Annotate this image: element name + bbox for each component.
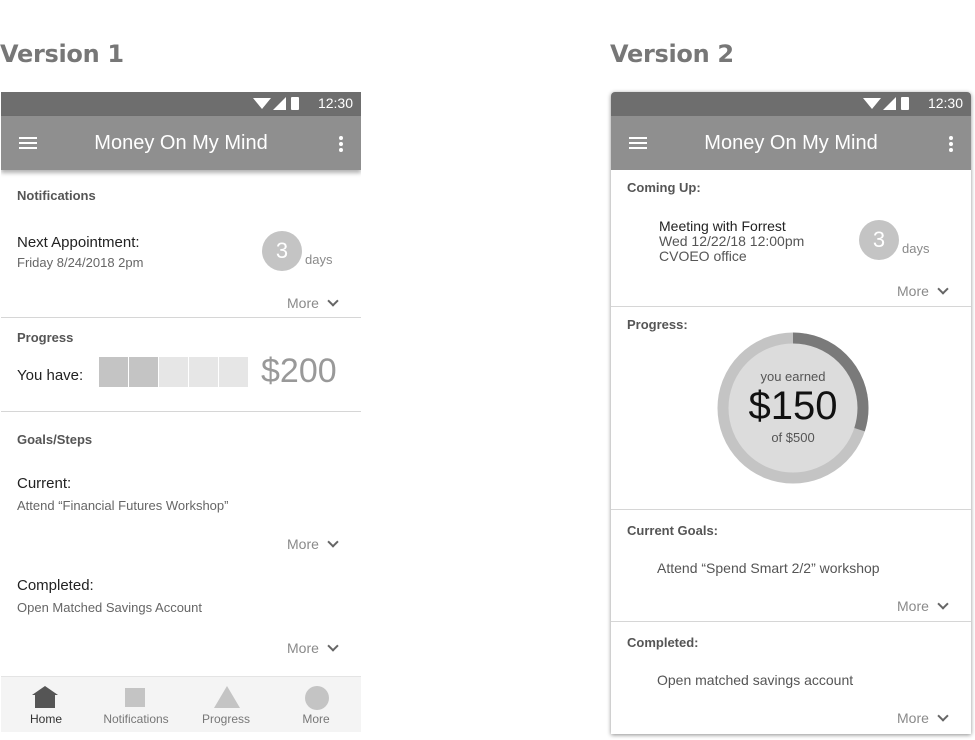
- overflow-menu-icon[interactable]: [337, 134, 345, 154]
- goals-section-label: Goals/Steps: [17, 432, 93, 447]
- days-label: days: [902, 241, 930, 256]
- chevron-down-icon: [937, 598, 949, 610]
- status-time: 12:30: [317, 95, 353, 111]
- chevron-down-icon: [937, 710, 949, 722]
- chevron-down-icon: [937, 283, 949, 295]
- app-title: Money On My Mind: [94, 132, 268, 154]
- app-title: Money On My Mind: [704, 132, 878, 154]
- bottom-navigation: Home Notifications Progress More: [1, 676, 361, 732]
- meeting-location: CVOEO office: [659, 248, 747, 264]
- savings-amount: $200: [261, 352, 337, 390]
- chevron-down-icon: [327, 295, 339, 307]
- signal-icon: [883, 97, 896, 110]
- phone-mockup-version-2: 12:30 Money On My Mind Coming Up: Meetin…: [611, 92, 971, 734]
- current-goal-item: Attend “Spend Smart 2/2” workshop: [657, 560, 880, 576]
- home-icon: [32, 686, 58, 708]
- nav-home[interactable]: Home: [1, 677, 91, 732]
- you-earned-label: you earned: [760, 369, 826, 384]
- completed-goal-heading: Completed:: [17, 577, 94, 594]
- days-count-badge: 3: [262, 231, 302, 271]
- more-label: More: [897, 598, 929, 614]
- current-goals-section-label: Current Goals:: [627, 523, 719, 538]
- status-icons: [253, 97, 305, 111]
- chevron-down-icon: [327, 640, 339, 652]
- battery-icon: [291, 97, 299, 110]
- more-label: More: [287, 640, 319, 656]
- more-label: More: [287, 536, 319, 552]
- progress-segment: [129, 357, 158, 387]
- progress-segment: [189, 357, 218, 387]
- divider: [611, 509, 971, 510]
- status-icons: [863, 97, 915, 111]
- divider: [611, 306, 971, 307]
- days-count-badge: 3: [859, 220, 899, 260]
- coming-up-section-label: Coming Up:: [627, 180, 701, 195]
- next-appointment-heading: Next Appointment:: [17, 234, 140, 251]
- earned-amount: $150: [748, 384, 838, 428]
- days-label: days: [305, 252, 333, 267]
- status-time: 12:30: [927, 95, 963, 111]
- current-goal-detail: Attend “Financial Futures Workshop”: [17, 498, 229, 513]
- app-bar: Money On My Mind: [611, 116, 971, 170]
- status-bar: 12:30: [1, 92, 361, 116]
- progress-segment: [219, 357, 248, 387]
- wifi-icon: [253, 98, 271, 109]
- divider: [1, 317, 361, 318]
- more-label: More: [287, 295, 319, 311]
- progress-segment: [159, 357, 188, 387]
- version-2-title: Version 2: [610, 40, 734, 68]
- completed-goal-detail: Open Matched Savings Account: [17, 600, 203, 615]
- nav-notifications[interactable]: Notifications: [91, 677, 181, 732]
- signal-icon: [273, 97, 286, 110]
- square-icon: [125, 688, 145, 707]
- more-label: More: [897, 710, 929, 726]
- next-appointment-date: Friday 8/24/2018 2pm: [17, 255, 144, 270]
- nav-progress-label: Progress: [201, 712, 251, 726]
- goal-amount: of $500: [771, 430, 815, 445]
- overflow-menu-icon[interactable]: [947, 134, 955, 154]
- completed-item: Open matched savings account: [657, 672, 854, 688]
- triangle-icon: [214, 686, 240, 708]
- notifications-section-label: Notifications: [17, 188, 96, 203]
- divider: [611, 621, 971, 622]
- nav-more-label: More: [302, 712, 330, 726]
- app-bar: Money On My Mind: [1, 116, 361, 170]
- progress-segment: [99, 357, 128, 387]
- completed-section-label: Completed:: [627, 635, 699, 650]
- phone-mockup-version-1: 12:30 Money On My Mind Notifications Nex…: [1, 92, 361, 732]
- battery-icon: [901, 97, 909, 110]
- progress-section-label: Progress:: [627, 317, 688, 332]
- divider: [1, 411, 361, 412]
- current-goal-heading: Current:: [17, 475, 72, 492]
- wifi-icon: [863, 98, 881, 109]
- version-1-title: Version 1: [0, 40, 124, 68]
- nav-notifications-label: Notifications: [103, 712, 169, 726]
- meeting-datetime: Wed 12/22/18 12:00pm: [659, 233, 805, 249]
- chevron-down-icon: [327, 536, 339, 548]
- nav-progress[interactable]: Progress: [181, 677, 271, 732]
- nav-more[interactable]: More: [271, 677, 361, 732]
- nav-home-label: Home: [29, 712, 62, 726]
- progress-section-label: Progress: [17, 330, 74, 345]
- more-label: More: [897, 283, 929, 299]
- you-have-label: You have:: [17, 367, 84, 384]
- meeting-title: Meeting with Forrest: [659, 218, 786, 234]
- circle-icon: [305, 686, 329, 710]
- status-bar: 12:30: [611, 92, 971, 116]
